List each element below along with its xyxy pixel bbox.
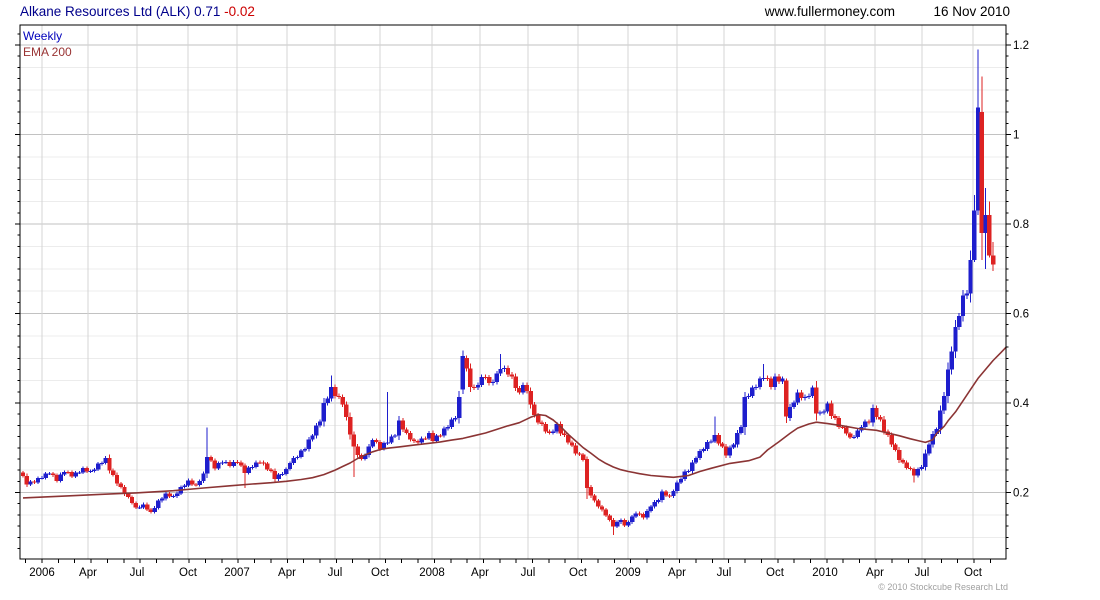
svg-text:0.6: 0.6 bbox=[1013, 309, 1029, 321]
svg-text:0.8: 0.8 bbox=[1013, 219, 1029, 231]
svg-text:2006: 2006 bbox=[29, 567, 55, 579]
instrument-title: Alkane Resources Ltd (ALK) 0.71 bbox=[20, 4, 225, 19]
svg-text:2009: 2009 bbox=[615, 567, 641, 579]
svg-text:2007: 2007 bbox=[224, 567, 250, 579]
svg-text:Oct: Oct bbox=[569, 567, 588, 579]
svg-text:1: 1 bbox=[1013, 130, 1019, 142]
svg-text:Jul: Jul bbox=[328, 567, 343, 579]
price-chart: 2006 Apr Jul Oct 2007 Apr Jul Oct 2008 Apr Jul Oct 2… bbox=[0, 0, 1100, 600]
price-change: -0.02 bbox=[224, 4, 255, 19]
svg-text:2008: 2008 bbox=[419, 567, 445, 579]
svg-text:Apr: Apr bbox=[79, 567, 97, 579]
legend-timeframe: Weekly bbox=[23, 29, 63, 43]
svg-text:Jul: Jul bbox=[130, 567, 145, 579]
svg-text:Oct: Oct bbox=[179, 567, 198, 579]
svg-text:Apr: Apr bbox=[668, 567, 686, 579]
svg-text:2010: 2010 bbox=[812, 567, 838, 579]
svg-text:0.4: 0.4 bbox=[1013, 398, 1030, 410]
svg-text:Oct: Oct bbox=[371, 567, 390, 579]
svg-text:Apr: Apr bbox=[866, 567, 884, 579]
svg-text:Jul: Jul bbox=[717, 567, 732, 579]
svg-text:Oct: Oct bbox=[766, 567, 785, 579]
chart-window: 2006 Apr Jul Oct 2007 Apr Jul Oct 2008 Apr Jul Oct 2… bbox=[0, 0, 1100, 600]
svg-text:Jul: Jul bbox=[521, 567, 536, 579]
page-title: Alkane Resources Ltd (ALK) 0.71 -0.02 bbox=[20, 3, 255, 20]
copyright-notice: © 2010 Stockcube Research Ltd bbox=[878, 582, 1008, 592]
svg-text:0.2: 0.2 bbox=[1013, 488, 1029, 500]
svg-text:1.2: 1.2 bbox=[1013, 40, 1029, 52]
svg-text:Oct: Oct bbox=[964, 567, 983, 579]
chart-date: 16 Nov 2010 bbox=[933, 4, 1010, 19]
svg-text:Apr: Apr bbox=[278, 567, 296, 579]
site-url: www.fullermoney.com bbox=[764, 4, 895, 19]
svg-text:Apr: Apr bbox=[471, 567, 489, 579]
legend-ema: EMA 200 bbox=[23, 45, 72, 59]
svg-text:Jul: Jul bbox=[915, 567, 930, 579]
